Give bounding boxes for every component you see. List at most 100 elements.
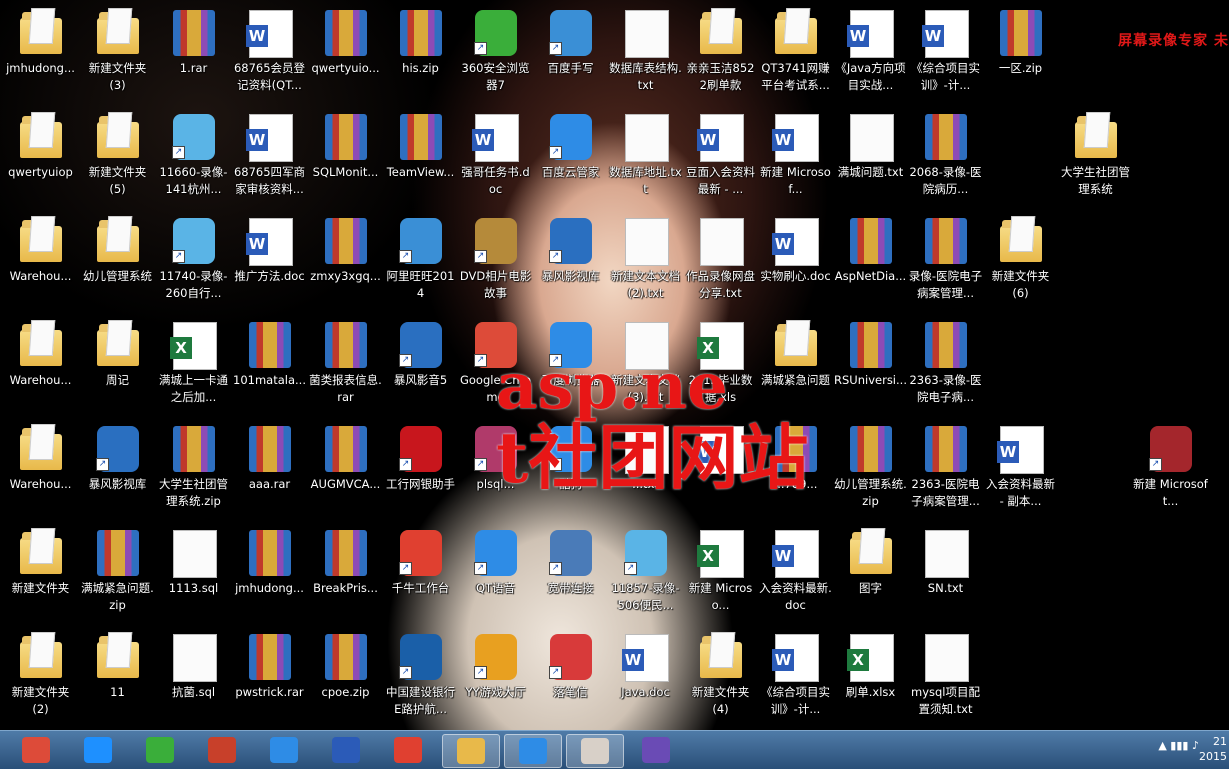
desktop-icon[interactable]: ↗ 中国建设银行E路护航... — [383, 628, 458, 732]
desktop-icon[interactable]: 2363-医院电子病案管理... — [908, 420, 983, 524]
desktop-icon[interactable]: 作品录像网盘分享.txt — [683, 212, 758, 316]
desktop-icon[interactable]: ↗ 阿里旺旺2014 — [383, 212, 458, 316]
explorer-taskbar-button[interactable] — [442, 734, 500, 768]
desktop-icon[interactable]: cpoe.zip — [308, 628, 383, 732]
desktop-icon[interactable]: RSUniversi... — [833, 316, 908, 420]
ie-taskbar-button[interactable] — [70, 734, 126, 766]
desktop-icon[interactable]: ↗ 新建 Microsoft... — [1133, 420, 1208, 524]
desktop-icon[interactable]: 新建文件夹 (2) — [3, 628, 78, 732]
desktop-icon[interactable]: 强哥任务书.doc — [458, 108, 533, 212]
qianniu-taskbar-button[interactable] — [380, 734, 436, 766]
desktop-icon[interactable]: 《Java方向项目实战... — [833, 4, 908, 108]
desktop-icon[interactable]: ↗ DVD相片电影故事 — [458, 212, 533, 316]
desktop-icon[interactable]: ↗ 落笔信 — [533, 628, 608, 732]
desktop-icon[interactable]: ↗ QT语音 — [458, 524, 533, 628]
volume-icon[interactable]: ♪ — [1192, 739, 1199, 752]
desktop-icon[interactable]: 菌类报表信息.rar — [308, 316, 383, 420]
desktop-icon[interactable]: 《综合项目实训》-计... — [908, 4, 983, 108]
desktop-icon[interactable]: ↗ 百度手写 — [533, 4, 608, 108]
desktop-icon[interactable]: ↗ 暴风影视库 — [80, 420, 155, 524]
desktop-icon[interactable]: 周记 — [80, 316, 155, 420]
desktop-icon[interactable]: 新建文件夹 — [3, 524, 78, 628]
desktop-icon[interactable]: his.zip — [383, 4, 458, 108]
desktop-icon[interactable]: 68765四军商家审核资料... — [232, 108, 307, 212]
system-tray[interactable]: ▲ ▮▮▮ ♪ — [1158, 739, 1199, 752]
desktop-icon[interactable]: 满城问题.txt — [833, 108, 908, 212]
desktop-icon[interactable]: ↗ 宽带连接 — [533, 524, 608, 628]
360-browser-taskbar-button[interactable] — [132, 734, 188, 766]
desktop-icon[interactable]: 新建文本文档 (2).txt — [608, 212, 683, 316]
desktop-icon[interactable]: 抗菌.sql — [156, 628, 231, 732]
desktop-icon[interactable]: SQLMonit... — [308, 108, 383, 212]
desktop-icon[interactable]: 一区.zip — [983, 4, 1058, 108]
chrome-taskbar-button[interactable] — [8, 734, 64, 766]
desktop-icon[interactable]: 大学生社团管理系统.zip — [156, 420, 231, 524]
network-icon[interactable]: ▮▮▮ — [1170, 739, 1188, 752]
desktop-icon[interactable]: 新建文件夹 (6) — [983, 212, 1058, 316]
desktop-icon[interactable]: qwertyuiop — [3, 108, 78, 212]
desktop-icon[interactable]: 豆面入会资料最新 - ... — [683, 108, 758, 212]
desktop-icon[interactable]: ↗ 11660-录像-141杭州... — [156, 108, 231, 212]
desktop-icon[interactable]: ↗ 360安全浏览器7 — [458, 4, 533, 108]
desktop-icon[interactable]: Warehou... — [3, 316, 78, 420]
desktop-icon[interactable]: 1.rar — [156, 4, 231, 108]
desktop-icon[interactable]: jmhudong... — [3, 4, 78, 108]
desktop-icon[interactable]: 图字 — [833, 524, 908, 628]
desktop-icon[interactable]: 2363-录像-医院电子病... — [908, 316, 983, 420]
desktop-icon[interactable]: 满城紧急问题.zip — [80, 524, 155, 628]
desktop-icon[interactable]: pwstrick.rar — [232, 628, 307, 732]
qt-taskbar-button[interactable] — [504, 734, 562, 768]
desktop-icon[interactable]: 新建文件夹 (4) — [683, 628, 758, 732]
desktop-icon[interactable]: 入会资料最新.doc — [758, 524, 833, 628]
desktop-icon[interactable]: BreakPris... — [308, 524, 383, 628]
desktop-icon[interactable]: Warehou... — [3, 420, 78, 524]
desktop-icon[interactable]: ↗ 11857-录像-506便民... — [608, 524, 683, 628]
desktop-icon[interactable]: 新建 Microsof... — [758, 108, 833, 212]
desktop-icon[interactable]: 入会资料最新 - 副本... — [983, 420, 1058, 524]
desktop-icon[interactable]: Java.doc — [608, 628, 683, 732]
desktop-icon[interactable]: 1113.sql — [156, 524, 231, 628]
desktop-icon[interactable]: SN.txt — [908, 524, 983, 628]
desktop-icon[interactable]: 推广方法.doc — [232, 212, 307, 316]
clock[interactable]: 21 2015 — [1199, 734, 1227, 764]
desktop-icon[interactable]: 满城上一卡通之后加... — [156, 316, 231, 420]
desktop-icon[interactable]: mysql项目配置须知.txt — [908, 628, 983, 732]
desktop-icon[interactable]: 68765会员登记资料(QT... — [232, 4, 307, 108]
desktop-icon[interactable]: zmxy3xgq... — [308, 212, 383, 316]
desktop-icon[interactable]: 亲亲玉洁8522刷单款 — [683, 4, 758, 108]
desktop-icon[interactable]: 《综合项目实训》-计... — [758, 628, 833, 732]
desktop-icon[interactable]: ↗ 千牛工作台 — [383, 524, 458, 628]
desktop-icon[interactable]: jmhudong... — [232, 524, 307, 628]
recorder-taskbar-button[interactable] — [566, 734, 624, 768]
show-hidden-icons-icon[interactable]: ▲ — [1158, 739, 1166, 752]
desktop-icon[interactable]: AspNetDia... — [833, 212, 908, 316]
desktop-icon[interactable]: 大学生社团管理系统 — [1058, 108, 1133, 212]
desktop-icon[interactable]: 101matala... — [232, 316, 307, 420]
desktop-icon[interactable]: QT3741网赚平台考试系... — [758, 4, 833, 108]
desktop-icon[interactable]: Warehou... — [3, 212, 78, 316]
ccleaner-taskbar-button[interactable] — [194, 734, 250, 766]
desktop-icon[interactable]: ↗ YY游戏大厅 — [458, 628, 533, 732]
desktop-icon[interactable]: ↗ 11740-录像-260自行... — [156, 212, 231, 316]
desktop-icon[interactable]: 录像-医院电子病案管理... — [908, 212, 983, 316]
desktop-icon[interactable]: TeamView... — [383, 108, 458, 212]
vs-taskbar-button[interactable] — [628, 734, 684, 766]
desktop-icon[interactable]: qwertyuio... — [308, 4, 383, 108]
desktop-icon[interactable]: AUGMVCA... — [308, 420, 383, 524]
desktop-icon[interactable]: 刷单.xlsx — [833, 628, 908, 732]
word-taskbar-button[interactable] — [318, 734, 374, 766]
desktop-icon[interactable]: aaa.rar — [232, 420, 307, 524]
desktop-icon[interactable]: 新建文件夹 (3) — [80, 4, 155, 108]
desktop-icon[interactable]: 11 — [80, 628, 155, 732]
baidu-cloud-taskbar-button[interactable] — [256, 734, 312, 766]
desktop-icon[interactable]: 2068-录像-医院病历... — [908, 108, 983, 212]
desktop-icon[interactable]: 新建 Microso... — [683, 524, 758, 628]
desktop-icon[interactable]: ↗ 暴风影视库 — [533, 212, 608, 316]
desktop-icon[interactable]: 幼儿管理系统 — [80, 212, 155, 316]
desktop-icon[interactable]: 数据库表结构.txt — [608, 4, 683, 108]
desktop-icon[interactable]: 数据库地址.txt — [608, 108, 683, 212]
desktop-icon[interactable]: 幼儿管理系统.zip — [833, 420, 908, 524]
desktop-icon[interactable]: 新建文件夹 (5) — [80, 108, 155, 212]
desktop-icon[interactable]: ↗ 百度云管家 — [533, 108, 608, 212]
desktop-icon[interactable]: 实物刷心.doc — [758, 212, 833, 316]
